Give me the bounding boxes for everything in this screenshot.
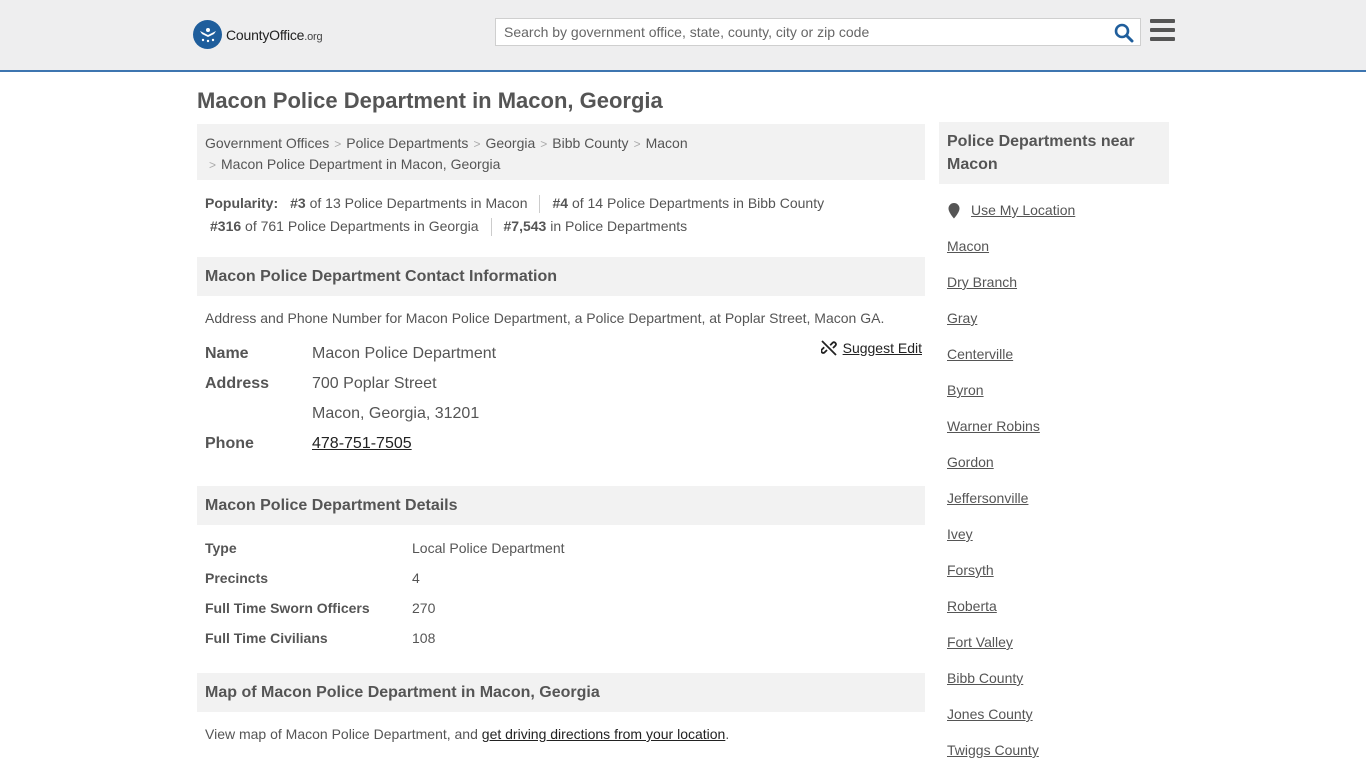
nearby-item-warner-robins[interactable]: Warner Robins: [947, 418, 1169, 454]
nearby-item-fort-valley[interactable]: Fort Valley: [947, 634, 1169, 670]
site-logo[interactable]: CountyOffice.org: [193, 20, 323, 49]
popularity-item: #7,543 in Police Departments: [503, 218, 688, 234]
nearby-list: Use My Location Macon Dry Branch Gray Ce…: [939, 202, 1169, 778]
nearby-item-ivey[interactable]: Ivey: [947, 526, 1169, 562]
nearby-item-bibb-county[interactable]: Bibb County: [947, 670, 1169, 706]
phone-link[interactable]: 478-751-7505: [312, 435, 412, 452]
logo-text: CountyOffice.org: [226, 26, 323, 43]
breadcrumb-government-offices[interactable]: Government Offices: [205, 135, 329, 151]
main-content: Government Offices > Police Departments > Ge…: [197, 124, 925, 742]
nearby-item-byron[interactable]: Byron: [947, 382, 1169, 418]
site-header: CountyOffice.org: [0, 0, 1366, 72]
nearby-item-jeffersonville[interactable]: Jeffersonville: [947, 490, 1169, 526]
contact-name: Macon Police Department: [312, 345, 497, 362]
popularity-item: #3 of 13 Police Departments in Macon: [290, 195, 528, 211]
nearby-item-roberta[interactable]: Roberta: [947, 598, 1169, 634]
suggest-edit-link[interactable]: Suggest Edit: [820, 340, 922, 356]
address-line2: Macon, Georgia, 31201: [312, 405, 480, 422]
divider: [490, 218, 492, 237]
breadcrumb-bibb-county[interactable]: Bibb County: [552, 135, 628, 151]
contact-table: Name Macon Police Department Address 700…: [197, 339, 925, 459]
breadcrumb-macon[interactable]: Macon: [646, 135, 688, 151]
map-pin-icon: [948, 203, 960, 219]
contact-section: Macon Police Department Contact Informat…: [197, 257, 925, 459]
popularity-item: #316 of 761 Police Departments in Georgi…: [210, 218, 479, 234]
map-description: View map of Macon Police Department, and…: [205, 726, 730, 742]
contact-row-name: Name Macon Police Department: [205, 339, 925, 369]
popularity-item: #4 of 14 Police Departments in Bibb Coun…: [552, 195, 825, 211]
contact-row-phone: Phone 478-751-7505: [205, 435, 412, 452]
nearby-item-centerville[interactable]: Centerville: [947, 346, 1169, 382]
popularity: Popularity: #3 of 13 Police Departments i…: [197, 192, 925, 238]
nearby-item-forsyth[interactable]: Forsyth: [947, 562, 1169, 598]
breadcrumb-georgia[interactable]: Georgia: [485, 135, 535, 151]
hamburger-menu-icon[interactable]: [1150, 19, 1175, 41]
nearby-item-gray[interactable]: Gray: [947, 310, 1169, 346]
breadcrumb-police-departments[interactable]: Police Departments: [346, 135, 468, 151]
logo-seal-icon: [193, 20, 222, 49]
breadcrumb-separator-icon: >: [334, 137, 342, 151]
details-row: Full Time Civilians 108: [205, 630, 436, 646]
nearby-item-jones-county[interactable]: Jones County: [947, 706, 1169, 742]
details-row: Type Local Police Department: [205, 540, 565, 556]
contact-row-address: Address 700 Poplar Street: [205, 369, 925, 399]
search-icon[interactable]: [1114, 23, 1134, 43]
breadcrumb-separator-icon: >: [473, 137, 481, 151]
contact-heading: Macon Police Department Contact Informat…: [197, 257, 925, 296]
contact-row-address2: Macon, Georgia, 31201: [205, 399, 925, 429]
breadcrumb-separator-icon: >: [540, 137, 548, 151]
map-heading: Map of Macon Police Department in Macon,…: [197, 673, 925, 712]
address-line1: 700 Poplar Street: [312, 375, 437, 392]
broken-link-icon: [820, 340, 837, 356]
nearby-item-gordon[interactable]: Gordon: [947, 454, 1169, 490]
map-section: Map of Macon Police Department in Macon,…: [197, 673, 925, 742]
details-section: Macon Police Department Details Type Loca…: [197, 486, 925, 653]
page-title: Macon Police Department in Macon, Georgi…: [197, 88, 663, 113]
breadcrumb-separator-icon: >: [209, 158, 217, 172]
nearby-item-macon[interactable]: Macon: [947, 238, 1169, 274]
details-table: Type Local Police Department Precincts 4 F…: [197, 533, 925, 653]
use-my-location[interactable]: Use My Location: [947, 202, 1169, 238]
search-box: [495, 18, 1141, 46]
popularity-label: Popularity:: [205, 195, 279, 211]
nearby-item-twiggs-county[interactable]: Twiggs County: [947, 742, 1169, 778]
sidebar-heading: Police Departments near Macon: [939, 122, 1169, 184]
search-input[interactable]: [496, 19, 1106, 45]
breadcrumb-separator-icon: >: [633, 137, 641, 151]
breadcrumb: Government Offices > Police Departments > Ge…: [197, 124, 925, 180]
details-row: Full Time Sworn Officers 270: [205, 600, 436, 616]
nearby-item-dry-branch[interactable]: Dry Branch: [947, 274, 1169, 310]
contact-description: Address and Phone Number for Macon Polic…: [205, 310, 885, 326]
sidebar: Police Departments near Macon Use My Loc…: [939, 122, 1169, 778]
breadcrumb-current: Macon Police Department in Macon, Georgi…: [221, 156, 501, 172]
details-heading: Macon Police Department Details: [197, 486, 925, 525]
driving-directions-link[interactable]: get driving directions from your locatio…: [482, 726, 726, 742]
divider: [539, 195, 541, 214]
details-row: Precincts 4: [205, 570, 420, 586]
